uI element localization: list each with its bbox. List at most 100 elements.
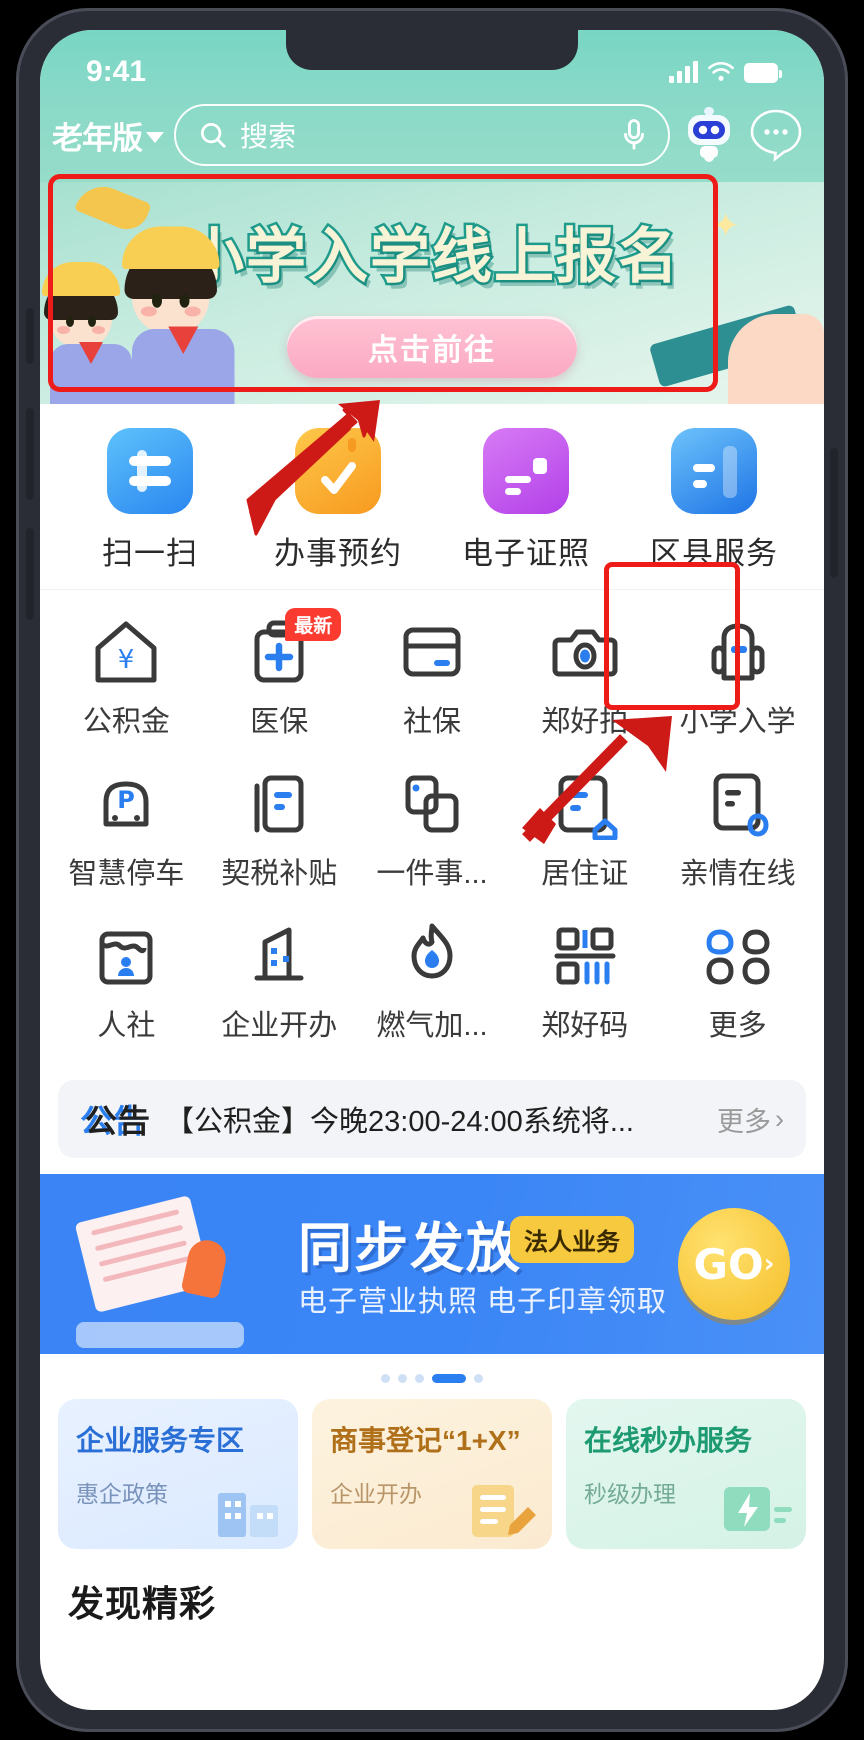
service-label: 更多 xyxy=(708,1010,767,1042)
service-label: 小学入学 xyxy=(679,706,796,738)
person-service-icon xyxy=(99,931,153,985)
quick-action-label: 电子证照 xyxy=(462,536,590,571)
promo-chip: 法人业务 xyxy=(510,1216,634,1263)
power-button[interactable] xyxy=(830,448,838,578)
search-icon xyxy=(201,123,226,148)
quick-action-label: 办事预约 xyxy=(274,536,402,571)
student-illustration xyxy=(42,262,132,404)
promo-go-label: GO xyxy=(693,1239,764,1289)
id-card-icon xyxy=(483,428,569,514)
robot-assistant-icon[interactable] xyxy=(680,105,738,165)
service-gongjijin[interactable]: ¥ 公积金 xyxy=(50,606,203,746)
service-label: 社保 xyxy=(402,706,461,738)
quick-action-ecert[interactable]: 电子证照 xyxy=(432,428,620,573)
carousel-dots[interactable] xyxy=(40,1354,824,1399)
stacked-pages-icon xyxy=(405,775,459,833)
social-card-icon xyxy=(403,627,461,677)
house-yuan-icon: ¥ xyxy=(95,621,157,683)
carousel-dot[interactable] xyxy=(474,1374,483,1383)
microphone-icon[interactable] xyxy=(620,118,648,152)
service-more[interactable]: 更多 xyxy=(661,910,814,1050)
gas-flame-icon xyxy=(411,923,453,979)
wifi-icon xyxy=(708,61,734,81)
service-zhihuitingche[interactable]: P 智慧停车 xyxy=(50,758,203,898)
service-shebao[interactable]: 社保 xyxy=(356,606,509,746)
parking-car-icon: P xyxy=(103,781,149,827)
more-dots-icon[interactable] xyxy=(748,107,804,163)
service-juzhuzheng[interactable]: 居住证 xyxy=(508,758,661,898)
announcement-more-label: 更多 xyxy=(717,1106,771,1137)
service-zhenghaoma[interactable]: 郑好码 xyxy=(508,910,661,1050)
promo-go-button[interactable]: GO › xyxy=(678,1208,790,1320)
tax-document-icon xyxy=(254,775,304,833)
service-label: 一件事... xyxy=(376,858,488,890)
card-title: 在线秒办服务 xyxy=(584,1425,753,1456)
student-illustration-2 xyxy=(122,226,235,404)
service-label: 燃气加... xyxy=(376,1010,488,1042)
phone-frame: 9:41 老年版 搜索 ✦ 小学入学线上报名 点击前往 扫一扫 办事预约 电子证… xyxy=(16,8,848,1732)
promo-subtitle: 电子营业执照 电子印章领取 xyxy=(298,1286,668,1318)
volume-up-button[interactable] xyxy=(26,408,34,500)
residence-permit-icon xyxy=(558,775,618,840)
announcement-more-link[interactable]: 更多 › xyxy=(717,1100,784,1139)
service-label: 郑好拍 xyxy=(541,706,629,738)
card-enterprise-zone[interactable]: 企业服务专区 惠企政策 xyxy=(58,1399,298,1549)
scan-icon xyxy=(107,428,193,514)
phone-screen: 9:41 老年版 搜索 ✦ 小学入学线上报名 点击前往 扫一扫 办事预约 电子证… xyxy=(40,30,824,1710)
card-title: 商事登记“1+X” xyxy=(330,1425,521,1456)
carousel-dot[interactable] xyxy=(415,1374,424,1383)
version-switch-button[interactable]: 老年版 xyxy=(52,113,164,158)
service-ranqijia[interactable]: 燃气加... xyxy=(356,910,509,1050)
service-zhenghaopai[interactable]: 郑好拍 xyxy=(508,606,661,746)
service-label: 郑好码 xyxy=(541,1010,629,1042)
district-service-icon xyxy=(671,428,757,514)
service-qiyekaiban[interactable]: 企业开办 xyxy=(203,910,356,1050)
hero-cta-button[interactable]: 点击前往 xyxy=(287,316,577,378)
volume-down-button[interactable] xyxy=(26,528,34,620)
promo-banner[interactable]: 同步发放 法人业务 电子营业执照 电子印章领取 GO › xyxy=(40,1174,824,1354)
grid-more-icon xyxy=(706,929,770,985)
carousel-dot-active[interactable] xyxy=(432,1374,466,1383)
signal-bars-icon xyxy=(669,61,698,83)
service-qishuibutie[interactable]: 契税补贴 xyxy=(203,758,356,898)
chevron-down-icon xyxy=(146,131,164,143)
search-placeholder: 搜索 xyxy=(240,121,297,152)
promo-title: 同步发放 xyxy=(298,1217,522,1280)
qr-code-icon xyxy=(554,927,616,985)
quick-action-label: 扫一扫 xyxy=(102,536,198,571)
quick-action-scan[interactable]: 扫一扫 xyxy=(56,428,244,573)
status-badge: 最新 xyxy=(285,608,342,641)
quick-action-district[interactable]: 区县服务 xyxy=(620,428,808,573)
carousel-dot[interactable] xyxy=(381,1374,390,1383)
service-xiaoxuerushxue[interactable]: 小学入学 xyxy=(661,606,814,746)
quick-action-appointment[interactable]: 办事预约 xyxy=(244,428,432,573)
service-label: 契税补贴 xyxy=(221,858,338,890)
notepad-pencil-icon xyxy=(472,1485,536,1537)
hero-banner[interactable]: ✦ 小学入学线上报名 点击前往 xyxy=(40,182,824,404)
announcement-bar[interactable]: 公告 【公积金】今晚23:00-24:00系统将... 更多 › xyxy=(58,1080,806,1158)
card-title: 企业服务专区 xyxy=(76,1425,245,1456)
footer-teaser: 发现精彩 xyxy=(40,1563,824,1627)
status-time: 9:41 xyxy=(86,55,147,88)
service-label: 亲情在线 xyxy=(679,858,796,890)
search-input[interactable]: 搜索 xyxy=(174,104,670,166)
service-renshe[interactable]: 人社 xyxy=(50,910,203,1050)
chevron-right-icon: › xyxy=(763,1249,775,1279)
service-yijianshi[interactable]: 一件事... xyxy=(356,758,509,898)
display-notch xyxy=(286,30,578,70)
service-label: 医保 xyxy=(250,706,309,738)
silence-switch[interactable] xyxy=(26,308,34,364)
battery-icon xyxy=(744,63,782,83)
service-grid: ¥ 公积金 最新 医保 社保 郑好拍 小学入学 P 智慧停车 契税补贴 一件事.… xyxy=(40,589,824,1070)
carousel-dot[interactable] xyxy=(398,1374,407,1383)
stamp-base-illustration xyxy=(76,1322,244,1348)
service-label: 居住证 xyxy=(541,858,629,890)
status-icons xyxy=(669,61,782,83)
service-qinqingzaixian[interactable]: 亲情在线 xyxy=(661,758,814,898)
card-instant-service[interactable]: 在线秒办服务 秒级办理 xyxy=(566,1399,806,1549)
version-switch-label: 老年版 xyxy=(52,120,143,156)
service-label: 企业开办 xyxy=(221,1010,338,1042)
card-business-registration[interactable]: 商事登记“1+X” 企业开办 xyxy=(312,1399,552,1549)
service-label: 人社 xyxy=(97,1010,156,1042)
service-yibao[interactable]: 最新 医保 xyxy=(203,606,356,746)
